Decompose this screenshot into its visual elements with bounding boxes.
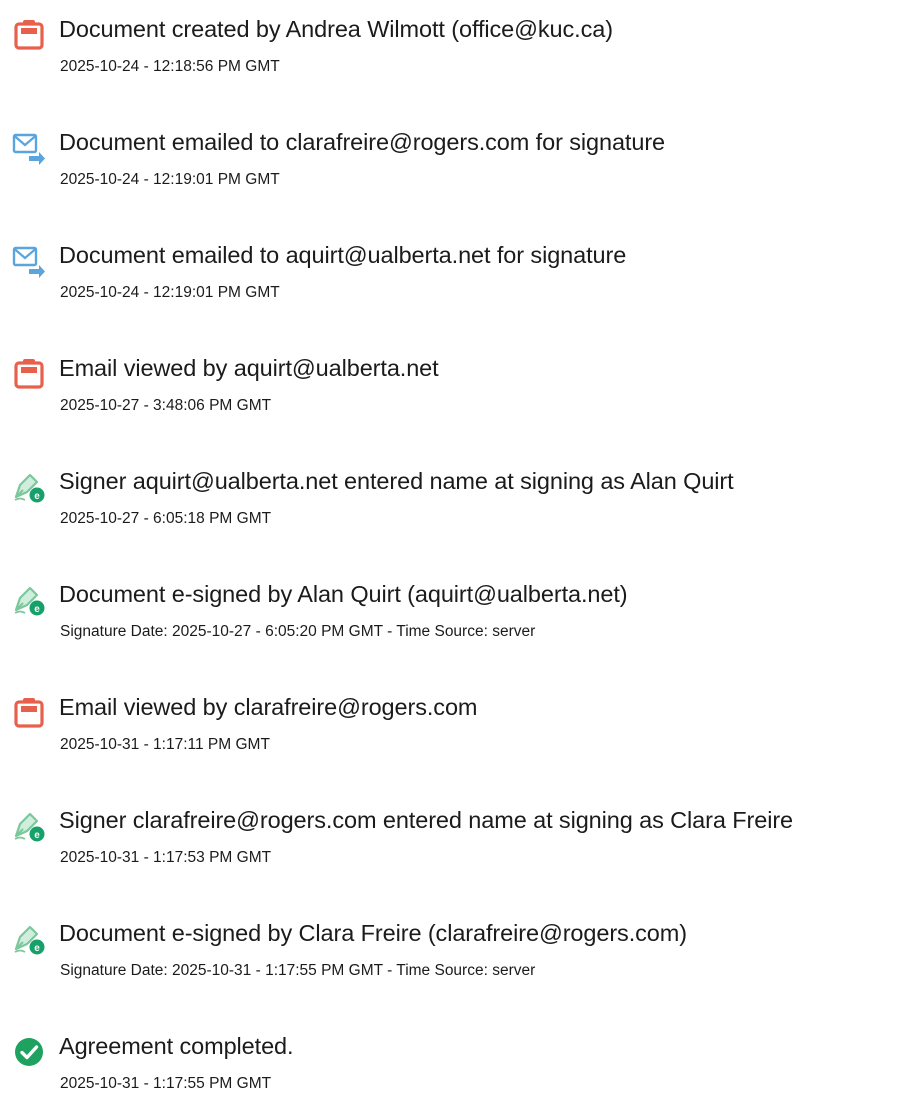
- e-sign-pen-icon: e: [12, 922, 46, 956]
- audit-event: Agreement completed. 2025-10-31 - 1:17:5…: [0, 1032, 903, 1112]
- document-icon: [12, 696, 46, 730]
- event-title: Signer clarafreire@rogers.com entered na…: [59, 807, 794, 833]
- email-sent-icon: [12, 131, 46, 165]
- event-timestamp: Signature Date: 2025-10-27 - 6:05:20 PM …: [60, 623, 536, 640]
- audit-event: e Signer clarafreire@rogers.com entered …: [0, 806, 903, 886]
- event-timestamp: 2025-10-24 - 12:18:56 PM GMT: [60, 58, 280, 75]
- event-timestamp: 2025-10-27 - 3:48:06 PM GMT: [60, 397, 272, 414]
- event-timestamp: 2025-10-31 - 1:17:11 PM GMT: [60, 736, 270, 753]
- audit-event: Document emailed to aquirt@ualberta.net …: [0, 241, 903, 321]
- event-title: Document e-signed by Clara Freire (clara…: [59, 920, 687, 946]
- audit-event: Email viewed by aquirt@ualberta.net 2025…: [0, 354, 903, 434]
- event-timestamp: 2025-10-24 - 12:19:01 PM GMT: [60, 284, 280, 301]
- audit-event: Document created by Andrea Wilmott (offi…: [0, 15, 903, 95]
- audit-event: e Signer aquirt@ualberta.net entered nam…: [0, 467, 903, 547]
- audit-event: e Document e-signed by Clara Freire (cla…: [0, 919, 903, 999]
- svg-text:e: e: [34, 604, 40, 615]
- event-title: Signer aquirt@ualberta.net entered name …: [59, 468, 734, 494]
- check-circle-icon: [12, 1035, 46, 1069]
- svg-text:e: e: [34, 491, 40, 502]
- e-sign-pen-icon: e: [12, 470, 46, 504]
- event-title: Email viewed by clarafreire@rogers.com: [59, 694, 478, 720]
- event-timestamp: Signature Date: 2025-10-31 - 1:17:55 PM …: [60, 962, 536, 979]
- event-timestamp: 2025-10-31 - 1:17:55 PM GMT: [60, 1075, 272, 1092]
- event-timestamp: 2025-10-24 - 12:19:01 PM GMT: [60, 171, 280, 188]
- event-title: Agreement completed.: [59, 1033, 294, 1059]
- event-timestamp: 2025-10-27 - 6:05:18 PM GMT: [60, 510, 272, 527]
- event-title: Document emailed to clarafreire@rogers.c…: [59, 129, 666, 155]
- e-sign-pen-icon: e: [12, 809, 46, 843]
- audit-event: Email viewed by clarafreire@rogers.com 2…: [0, 693, 903, 773]
- event-title: Document e-signed by Alan Quirt (aquirt@…: [59, 581, 628, 607]
- audit-event: Document emailed to clarafreire@rogers.c…: [0, 128, 903, 208]
- event-title: Document emailed to aquirt@ualberta.net …: [59, 242, 627, 268]
- event-title: Email viewed by aquirt@ualberta.net: [59, 355, 439, 381]
- svg-text:e: e: [34, 943, 40, 954]
- event-title: Document created by Andrea Wilmott (offi…: [59, 16, 613, 42]
- audit-event: e Document e-signed by Alan Quirt (aquir…: [0, 580, 903, 660]
- event-timestamp: 2025-10-31 - 1:17:53 PM GMT: [60, 849, 272, 866]
- document-icon: [12, 18, 46, 52]
- email-sent-icon: [12, 244, 46, 278]
- document-icon: [12, 357, 46, 391]
- svg-text:e: e: [34, 830, 40, 841]
- e-sign-pen-icon: e: [12, 583, 46, 617]
